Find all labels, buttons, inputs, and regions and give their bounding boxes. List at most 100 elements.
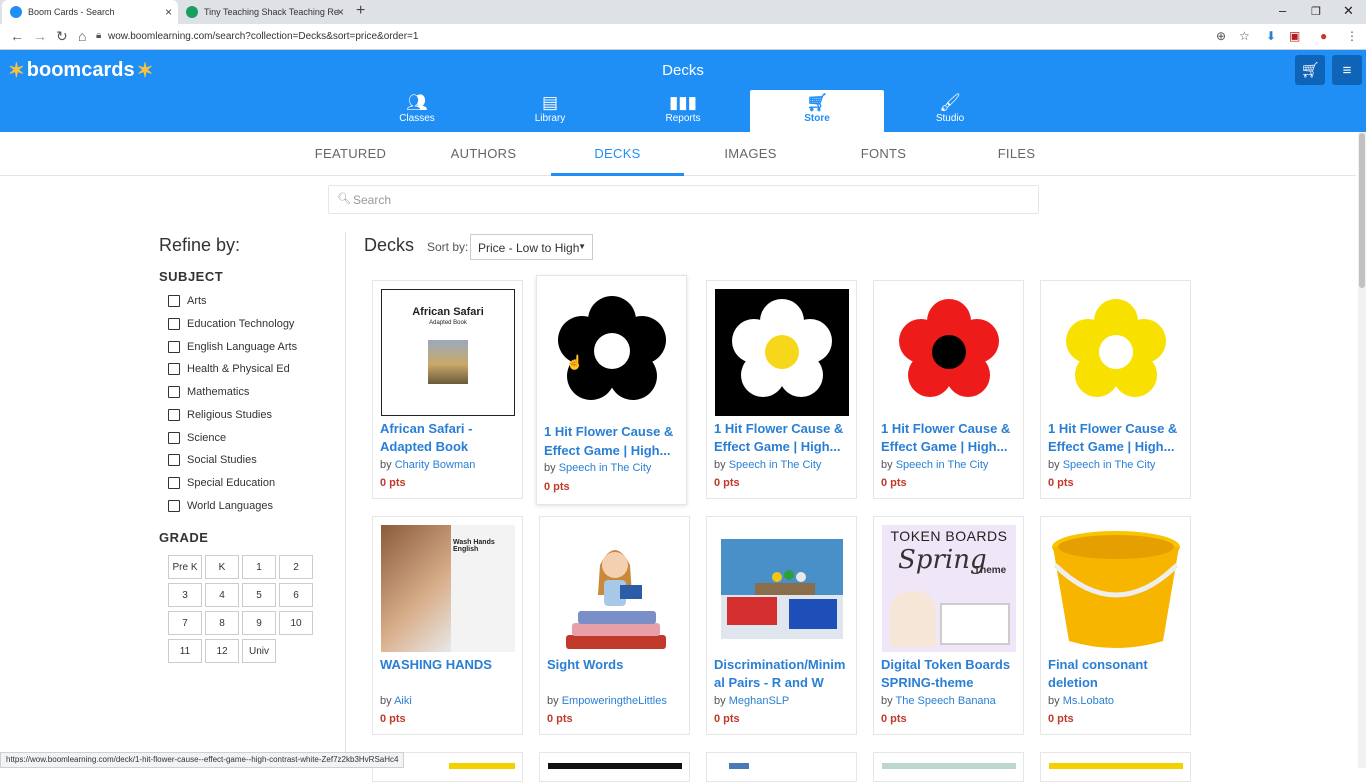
subject-filter-religious-studies[interactable]: Religious Studies (168, 407, 272, 423)
checkbox[interactable] (168, 432, 180, 444)
close-tab-icon[interactable]: × (337, 5, 344, 19)
author-link[interactable]: Aiki (394, 695, 412, 707)
deck-title[interactable]: 1 Hit Flower Cause & Effect Game | High..… (1048, 420, 1188, 456)
grade-button[interactable]: Univ (242, 639, 276, 663)
tab-fonts[interactable]: FONTS (817, 132, 950, 176)
deck-card[interactable]: 1 Hit Flower Cause & Effect Game | High..… (1040, 280, 1191, 499)
new-tab-icon[interactable]: + (356, 2, 365, 20)
menu-button[interactable]: ≡ (1332, 55, 1362, 85)
deck-card[interactable]: 1 Hit Flower Cause & Effect Game | High..… (536, 275, 687, 505)
checkbox[interactable] (168, 409, 180, 421)
back-icon[interactable]: ← (10, 28, 24, 44)
deck-title[interactable]: Digital Token Boards SPRING-theme (881, 656, 1021, 692)
deck-title[interactable]: 1 Hit Flower Cause & Effect Game | High..… (544, 422, 684, 460)
checkbox[interactable] (168, 295, 180, 307)
grade-button[interactable]: Pre K (168, 555, 202, 579)
deck-card[interactable]: 1 Hit Flower Cause & Effect Game | High..… (873, 280, 1024, 499)
grade-button[interactable]: 10 (279, 611, 313, 635)
deck-card[interactable] (539, 752, 690, 782)
subject-filter-mathematics[interactable]: Mathematics (168, 384, 249, 400)
deck-card[interactable]: 1 Hit Flower Cause & Effect Game | High..… (706, 280, 857, 499)
grade-button[interactable]: 4 (205, 583, 239, 607)
author-link[interactable]: Speech in The City (729, 459, 822, 471)
deck-title[interactable]: Discrimination/Minim al Pairs - R and W (714, 656, 854, 692)
deck-card[interactable]: Final consonant deletion by Ms.Lobato 0 p… (1040, 516, 1191, 735)
deck-card[interactable] (1040, 752, 1191, 782)
grade-button[interactable]: 8 (205, 611, 239, 635)
reload-icon[interactable]: ↻ (56, 28, 68, 45)
restore-icon[interactable]: ❐ (1311, 5, 1321, 18)
deck-card[interactable]: Sight Words by EmpoweringtheLittles 0 pt… (539, 516, 690, 735)
grade-button[interactable]: 6 (279, 583, 313, 607)
checkbox[interactable] (168, 477, 180, 489)
grade-button[interactable]: 2 (279, 555, 313, 579)
grade-button[interactable]: K (205, 555, 239, 579)
extension-icon[interactable]: ⬇ (1266, 29, 1276, 43)
deck-card[interactable]: Discrimination/Minim al Pairs - R and W b… (706, 516, 857, 735)
grade-button[interactable]: 9 (242, 611, 276, 635)
checkbox[interactable] (168, 341, 180, 353)
grade-button[interactable]: 7 (168, 611, 202, 635)
grade-button[interactable]: 12 (205, 639, 239, 663)
grade-button[interactable]: 11 (168, 639, 202, 663)
deck-title[interactable]: Sight Words (547, 656, 687, 674)
subject-filter-health-physical-ed[interactable]: Health & Physical Ed (168, 361, 290, 377)
pdf-extension-icon[interactable]: ▣ (1289, 29, 1300, 43)
deck-title[interactable]: 1 Hit Flower Cause & Effect Game | High..… (714, 420, 854, 456)
tab-authors[interactable]: AUTHORS (417, 132, 550, 176)
checkbox[interactable] (168, 318, 180, 330)
author-link[interactable]: Speech in The City (559, 462, 652, 474)
author-link[interactable]: Speech in The City (896, 459, 989, 471)
nav-classes[interactable]: 👥︎ Classes (352, 90, 482, 132)
author-link[interactable]: Speech in The City (1063, 459, 1156, 471)
author-link[interactable]: The Speech Banana (895, 695, 995, 707)
checkbox[interactable] (168, 500, 180, 512)
close-tab-icon[interactable]: × (165, 5, 172, 19)
checkbox[interactable] (168, 386, 180, 398)
deck-title[interactable]: African Safari - Adapted Book (380, 420, 520, 456)
profile-avatar-icon[interactable]: ● (1320, 29, 1327, 43)
deck-card[interactable] (873, 752, 1024, 782)
forward-icon[interactable]: → (33, 28, 47, 44)
cart-button[interactable]: 🛒︎ (1295, 55, 1325, 85)
subject-filter-education-technology[interactable]: Education Technology (168, 316, 294, 332)
tab-images[interactable]: IMAGES (684, 132, 817, 176)
browser-tab-tiny-teaching[interactable]: Tiny Teaching Shack Teaching Re × (178, 0, 350, 24)
scrollbar-thumb[interactable] (1359, 133, 1365, 288)
checkbox[interactable] (168, 454, 180, 466)
close-window-icon[interactable]: ✕ (1343, 3, 1354, 19)
grade-button[interactable]: 1 (242, 555, 276, 579)
subject-filter-social-studies[interactable]: Social Studies (168, 452, 257, 468)
author-link[interactable]: MeghanSLP (729, 695, 790, 707)
deck-title[interactable]: WASHING HANDS (380, 656, 520, 674)
bookmark-star-icon[interactable]: ☆ (1239, 29, 1250, 43)
deck-card[interactable]: TOKEN BOARDS Spring Theme Digital Token … (873, 516, 1024, 735)
search-input[interactable] (353, 190, 1003, 210)
browser-menu-icon[interactable]: ⋮ (1346, 29, 1358, 43)
subject-filter-arts[interactable]: Arts (168, 293, 207, 309)
subject-filter-special-education[interactable]: Special Education (168, 475, 275, 491)
deck-title[interactable]: 1 Hit Flower Cause & Effect Game | High..… (881, 420, 1021, 456)
deck-card[interactable]: Wash Hands English WASHING HANDS by Aiki… (372, 516, 523, 735)
subject-filter-world-languages[interactable]: World Languages (168, 498, 273, 514)
checkbox[interactable] (168, 363, 180, 375)
sort-select[interactable]: Price - Low to High ▼ (470, 234, 593, 260)
deck-card[interactable]: African Safari Adapted Book African Safa… (372, 280, 523, 499)
deck-card[interactable] (706, 752, 857, 782)
browser-tab-boom-cards[interactable]: Boom Cards - Search × (2, 0, 178, 24)
subject-filter-science[interactable]: Science (168, 430, 226, 446)
tab-decks[interactable]: DECKS (551, 132, 684, 176)
deck-title[interactable]: Final consonant deletion (1048, 656, 1188, 692)
author-link[interactable]: Ms.Lobato (1063, 695, 1114, 707)
author-link[interactable]: Charity Bowman (395, 459, 476, 471)
nav-store[interactable]: 🛒︎ Store (750, 90, 884, 134)
zoom-icon[interactable]: ⊕ (1216, 29, 1226, 43)
grade-button[interactable]: 3 (168, 583, 202, 607)
grade-button[interactable]: 5 (242, 583, 276, 607)
url-field[interactable]: wow.boomlearning.com/search?collection=D… (108, 31, 418, 42)
home-icon[interactable]: ⌂ (78, 28, 86, 44)
minimize-icon[interactable]: – (1279, 3, 1286, 18)
nav-reports[interactable]: ▮▮▮ Reports (618, 90, 748, 132)
tab-featured[interactable]: FEATURED (284, 132, 417, 176)
author-link[interactable]: EmpoweringtheLittles (562, 695, 667, 707)
